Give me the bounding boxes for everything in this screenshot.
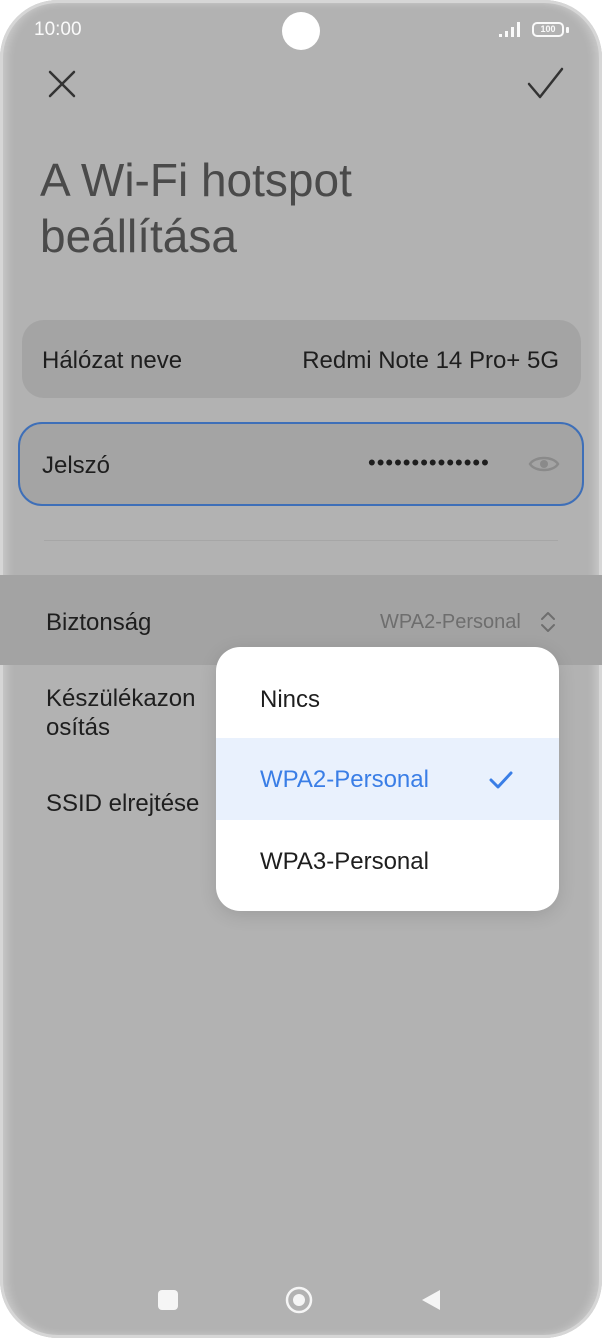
divider [44,540,558,541]
security-dropdown: Nincs WPA2-Personal WPA3-Personal [216,647,559,911]
recents-icon[interactable] [158,1290,178,1310]
password-value[interactable]: •••••••••••••• [368,450,490,476]
option-wpa2-personal[interactable]: WPA2-Personal [216,738,559,820]
network-name-value[interactable]: Redmi Note 14 Pro+ 5G [302,347,559,375]
page-title: A Wi-Fi hotspot beállítása [40,154,352,262]
network-name-row[interactable]: Hálózat neve Redmi Note 14 Pro+ 5G [22,320,581,398]
option-label: WPA2-Personal [260,766,429,793]
navigation-bar [0,1270,602,1330]
status-time: 10:00 [34,19,82,40]
battery-tip [566,27,569,33]
password-field[interactable]: Jelszó •••••••••••••• [18,422,584,506]
device-connection-label[interactable]: Készülékazon osítás [46,684,226,742]
close-icon[interactable] [44,66,80,102]
password-label: Jelszó [42,452,111,479]
signal-icon [499,22,520,37]
option-label: WPA3-Personal [260,848,429,875]
check-icon [489,771,513,789]
battery-icon: 100 [532,22,564,37]
back-icon[interactable] [420,1288,442,1312]
option-wpa3-personal[interactable]: WPA3-Personal [216,820,559,902]
battery-level: 100 [540,24,556,34]
chevron-updown-icon [541,612,555,632]
ssid-hide-label[interactable]: SSID elrejtése [46,790,199,818]
option-label: Nincs [260,686,321,713]
eye-icon[interactable] [528,452,560,476]
status-bar: 10:00 100 [0,0,602,60]
front-camera [282,12,320,50]
option-nincs[interactable]: Nincs [216,658,559,740]
home-icon[interactable] [285,1286,313,1314]
security-value: WPA2-Personal [380,611,521,633]
confirm-check-icon[interactable] [524,64,566,104]
phone-screen: 10:00 100 A Wi-Fi hotspot beállítása Hál… [0,0,602,1338]
network-name-label: Hálózat neve [42,347,183,374]
security-label: Biztonság [46,609,152,636]
